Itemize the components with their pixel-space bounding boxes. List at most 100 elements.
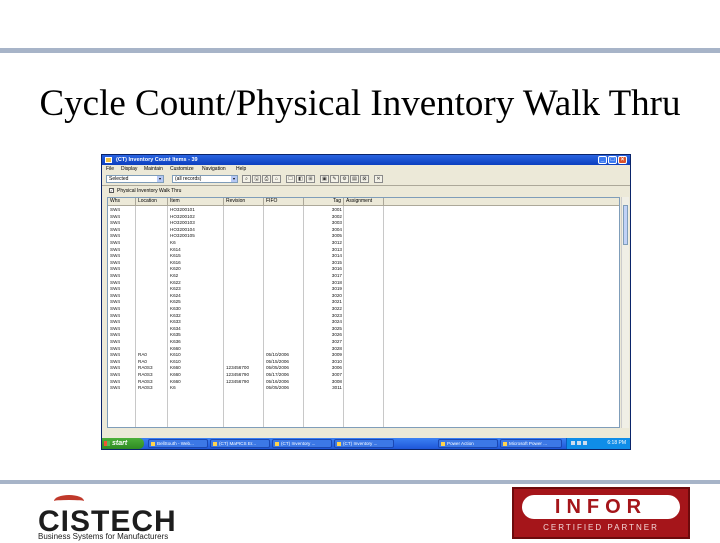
table-cell: SW4 — [110, 259, 120, 265]
table-row[interactable]: SW4 RA0 K610 05/10/2006 3009 — [108, 352, 384, 358]
table-cell: HO3200104 — [170, 226, 195, 232]
scroll-thumb[interactable] — [623, 205, 628, 245]
table-row[interactable]: SW4 K614 3013 — [108, 247, 384, 253]
menu-display[interactable]: Display — [121, 166, 137, 172]
col-header-revision[interactable]: Revision — [224, 198, 264, 206]
table-row[interactable]: SW4 K624 3020 — [108, 293, 384, 299]
select-icon[interactable]: ▣ — [320, 175, 329, 183]
start-button[interactable]: start — [102, 438, 144, 449]
table-row[interactable]: SW4 K632 3023 — [108, 313, 384, 319]
col-header-fifo[interactable]: FIFO — [264, 198, 304, 206]
minimize-button[interactable]: _ — [598, 156, 607, 164]
table-row[interactable]: SW4 K622 3018 — [108, 280, 384, 286]
table-cell: 05/15/2006 — [266, 358, 289, 364]
task-item-inventory-1[interactable]: (CT) Inventory ... — [272, 439, 332, 448]
table-row[interactable]: SW4 K623 3019 — [108, 286, 384, 292]
filter-icon[interactable]: ⊠ — [360, 175, 369, 183]
table-row[interactable]: SW4 RA0S3 K660 123456700 05/05/2006 3006 — [108, 365, 384, 371]
edit-icon[interactable]: ✎ — [330, 175, 339, 183]
task-item-bellsouth[interactable]: BellSouth - Web... — [148, 439, 208, 448]
header-filler — [384, 198, 619, 206]
table-row[interactable]: SW4 K633 3024 — [108, 319, 384, 325]
chevron-down-icon[interactable]: ▾ — [157, 176, 163, 182]
table-row[interactable]: SW4 HO3200103 3003 — [108, 220, 384, 226]
table-row[interactable]: SW4 K660 3028 — [108, 346, 384, 352]
task-item-power-action[interactable]: Power Action — [438, 439, 498, 448]
system-tray: 6:18 PM — [566, 438, 630, 449]
bottom-rule — [0, 480, 720, 484]
col-header-location[interactable]: Location — [136, 198, 168, 206]
table-row[interactable]: SW4 K634 3025 — [108, 326, 384, 332]
menu-maintain[interactable]: Maintain — [144, 166, 163, 172]
table-row[interactable]: SW4 RA0 K610 05/15/2006 3010 — [108, 359, 384, 365]
col-header-whs[interactable]: Whs — [108, 198, 136, 206]
tray-icon[interactable] — [571, 441, 575, 445]
table-cell: HO3200105 — [170, 233, 195, 239]
table-row[interactable]: SW4 RA0S3 K660 123456790 05/16/2006 3008 — [108, 379, 384, 385]
col-header-tag[interactable]: Tag — [304, 198, 344, 206]
task-item-inventory-2[interactable]: (CT) Inventory ... — [334, 439, 394, 448]
filter-combo[interactable]: (all records) ▾ — [172, 175, 238, 183]
vertical-scrollbar[interactable] — [621, 197, 629, 428]
table-row[interactable]: SW4 HO3200105 3005 — [108, 233, 384, 239]
menu-help[interactable]: Help — [236, 166, 246, 172]
search-icon[interactable]: ⌕ — [242, 175, 251, 183]
chevron-down-icon[interactable]: ▾ — [231, 176, 237, 182]
filter-bar: ✓ Physical Inventory Walk Thru — [102, 186, 630, 195]
table-cell: RA0 — [138, 352, 147, 358]
window-titlebar[interactable]: (CT) Inventory Count Items - 39 _ □ × — [102, 155, 630, 165]
table-cell: K615 — [170, 253, 181, 259]
table-row[interactable]: SW4 K6 3012 — [108, 240, 384, 246]
view-combo[interactable]: Selected ▾ — [106, 175, 164, 183]
status-bar — [102, 429, 630, 437]
print-icon[interactable]: ⎙ — [262, 175, 271, 183]
menu-customize[interactable]: Customize — [170, 166, 194, 172]
table-row[interactable]: SW4 K625 3021 — [108, 299, 384, 305]
task-item-label: (CT) MaPICS Er... — [219, 441, 257, 446]
save-icon[interactable]: 🖫 — [252, 175, 261, 183]
task-item-mapics[interactable]: (CT) MaPICS Er... — [210, 439, 270, 448]
menu-file[interactable]: File — [106, 166, 114, 172]
table-row[interactable]: SW4 K635 3026 — [108, 332, 384, 338]
table-cell: RA0S3 — [138, 385, 153, 391]
table-cell: RA0S3 — [138, 365, 153, 371]
tray-icon[interactable] — [577, 441, 581, 445]
table-row[interactable]: SW4 RA0S3 K660 123456790 05/17/2006 3007 — [108, 372, 384, 378]
table-cell: K622 — [170, 279, 181, 285]
table-row[interactable]: SW4 HO3200102 3002 — [108, 214, 384, 220]
infor-wordmark: INFOR — [554, 496, 648, 518]
copy-icon[interactable]: ◧ — [296, 175, 305, 183]
table-row[interactable]: SW4 RA0S3 K6 05/05/2006 3011 — [108, 385, 384, 391]
close-button[interactable]: × — [618, 156, 627, 164]
table-cell: 3015 — [331, 259, 342, 265]
task-item-powerpoint[interactable]: Microsoft Power ... — [500, 439, 562, 448]
list-icon[interactable]: ▤ — [350, 175, 359, 183]
menu-navigation[interactable]: Navigation — [202, 166, 226, 172]
top-rule — [0, 48, 720, 53]
maximize-button[interactable]: □ — [608, 156, 617, 164]
table-row[interactable]: SW4 HO3200104 3004 — [108, 227, 384, 233]
menu-bar: File Display Maintain Customize Navigati… — [102, 165, 630, 173]
col-header-item[interactable]: Item — [168, 198, 224, 206]
delete-icon[interactable]: ✕ — [374, 175, 383, 183]
table-cell: SW4 — [110, 266, 120, 272]
table-row[interactable]: SW4 K616 3015 — [108, 260, 384, 266]
table-row[interactable]: SW4 K630 3022 — [108, 306, 384, 312]
table-row[interactable]: SW4 K62 3017 — [108, 273, 384, 279]
slide-title: Cycle Count/Physical Inventory Walk Thru — [39, 83, 681, 124]
table-row[interactable]: SW4 HO3200101 3001 — [108, 207, 384, 213]
walk-thru-checkbox[interactable]: ✓ — [109, 188, 114, 193]
new-icon[interactable]: ☐ — [286, 175, 295, 183]
grid-icon[interactable]: ⊞ — [306, 175, 315, 183]
table-cell: SW4 — [110, 273, 120, 278]
col-header-assignment[interactable]: Assignment — [344, 198, 384, 206]
table-cell: SW4 — [110, 385, 120, 391]
settings-icon[interactable]: ⚙ — [340, 175, 349, 183]
table-row[interactable]: SW4 K636 3027 — [108, 339, 384, 345]
table-cell: 3019 — [331, 286, 342, 292]
table-row[interactable]: SW4 K620 3016 — [108, 266, 384, 272]
home-icon[interactable]: ⌂ — [272, 175, 281, 183]
tray-icon[interactable] — [583, 441, 587, 445]
table-cell: SW4 — [110, 207, 120, 212]
table-row[interactable]: SW4 K615 3014 — [108, 253, 384, 259]
